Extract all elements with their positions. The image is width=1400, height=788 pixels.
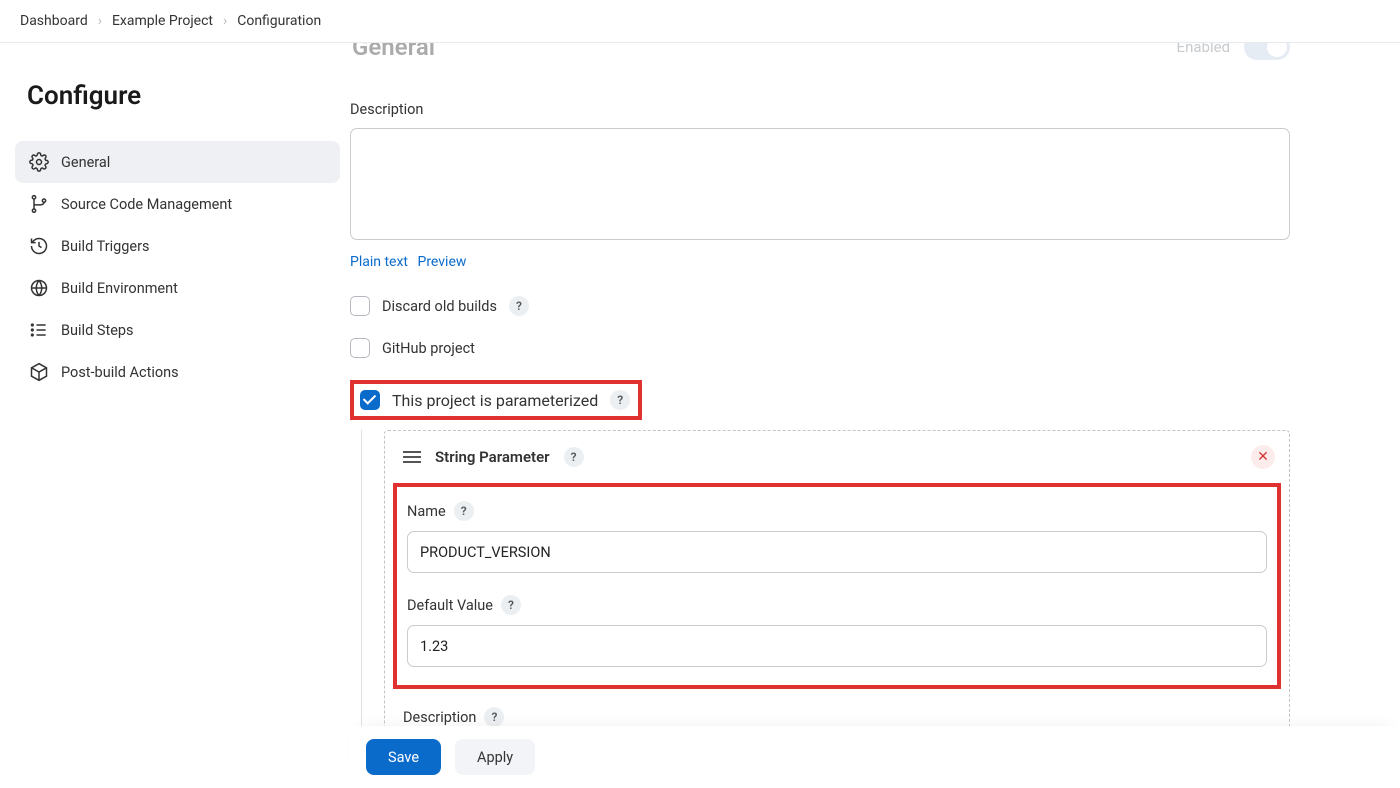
history-icon xyxy=(29,236,49,256)
param-name-input[interactable] xyxy=(407,531,1267,573)
parameter-title: String Parameter xyxy=(435,448,550,466)
parameterized-highlight: This project is parameterized ? xyxy=(350,380,642,420)
help-icon[interactable]: ? xyxy=(501,595,521,615)
page-title: General xyxy=(350,43,435,61)
drag-handle-icon[interactable] xyxy=(403,451,421,463)
preview-link[interactable]: Preview xyxy=(417,254,466,270)
enabled-toggle[interactable] xyxy=(1244,43,1290,60)
sidebar-item-postbuild[interactable]: Post-build Actions xyxy=(15,351,340,393)
globe-icon xyxy=(29,278,49,298)
branch-icon xyxy=(29,194,49,214)
breadcrumb-item-configuration[interactable]: Configuration xyxy=(237,13,321,29)
help-icon[interactable]: ? xyxy=(509,296,529,316)
breadcrumb-item-dashboard[interactable]: Dashboard xyxy=(20,13,88,29)
content-area: General Enabled Description Plain text P… xyxy=(350,43,1400,784)
sidebar-item-label: Post-build Actions xyxy=(61,364,179,381)
help-icon[interactable]: ? xyxy=(484,707,504,727)
param-default-input[interactable] xyxy=(407,625,1267,667)
save-button[interactable]: Save xyxy=(366,739,441,775)
sidebar-item-scm[interactable]: Source Code Management xyxy=(15,183,340,225)
sidebar-title: Configure xyxy=(15,63,340,141)
chevron-right-icon: › xyxy=(98,13,102,29)
param-name-label: Name xyxy=(407,503,446,520)
sidebar: Configure General Source Code Management… xyxy=(0,43,350,784)
breadcrumb: Dashboard › Example Project › Configurat… xyxy=(0,0,1400,43)
help-icon[interactable]: ? xyxy=(610,390,630,410)
sidebar-item-label: Build Triggers xyxy=(61,238,150,255)
gear-icon xyxy=(29,152,49,172)
github-checkbox[interactable] xyxy=(350,338,370,358)
discard-checkbox[interactable] xyxy=(350,296,370,316)
parameterized-checkbox[interactable] xyxy=(360,390,380,410)
discard-label: Discard old builds xyxy=(382,298,497,315)
sidebar-item-label: Source Code Management xyxy=(61,196,232,213)
plaintext-link[interactable]: Plain text xyxy=(350,254,408,270)
sidebar-item-label: General xyxy=(61,154,110,171)
list-icon xyxy=(29,320,49,340)
parameterized-label: This project is parameterized xyxy=(392,391,598,410)
help-icon[interactable]: ? xyxy=(454,501,474,521)
github-label: GitHub project xyxy=(382,340,475,357)
chevron-right-icon: › xyxy=(223,13,227,29)
close-icon[interactable]: ✕ xyxy=(1251,445,1275,469)
sidebar-item-general[interactable]: General xyxy=(15,141,340,183)
sidebar-item-steps[interactable]: Build Steps xyxy=(15,309,340,351)
description-label: Description xyxy=(350,101,1290,118)
apply-button[interactable]: Apply xyxy=(455,739,535,775)
help-icon[interactable]: ? xyxy=(564,447,584,467)
param-default-label: Default Value xyxy=(407,597,493,614)
breadcrumb-item-project[interactable]: Example Project xyxy=(112,13,213,29)
sidebar-item-environment[interactable]: Build Environment xyxy=(15,267,340,309)
param-desc-label: Description xyxy=(403,709,476,726)
sidebar-item-label: Build Steps xyxy=(61,322,134,339)
sidebar-item-triggers[interactable]: Build Triggers xyxy=(15,225,340,267)
sidebar-item-label: Build Environment xyxy=(61,280,178,297)
enabled-label: Enabled xyxy=(1177,43,1230,56)
description-textarea[interactable] xyxy=(350,128,1290,240)
package-icon xyxy=(29,362,49,382)
parameter-fields-highlight: Name ? Default Value ? xyxy=(393,483,1281,689)
footer-bar: Save Apply xyxy=(350,726,1400,788)
